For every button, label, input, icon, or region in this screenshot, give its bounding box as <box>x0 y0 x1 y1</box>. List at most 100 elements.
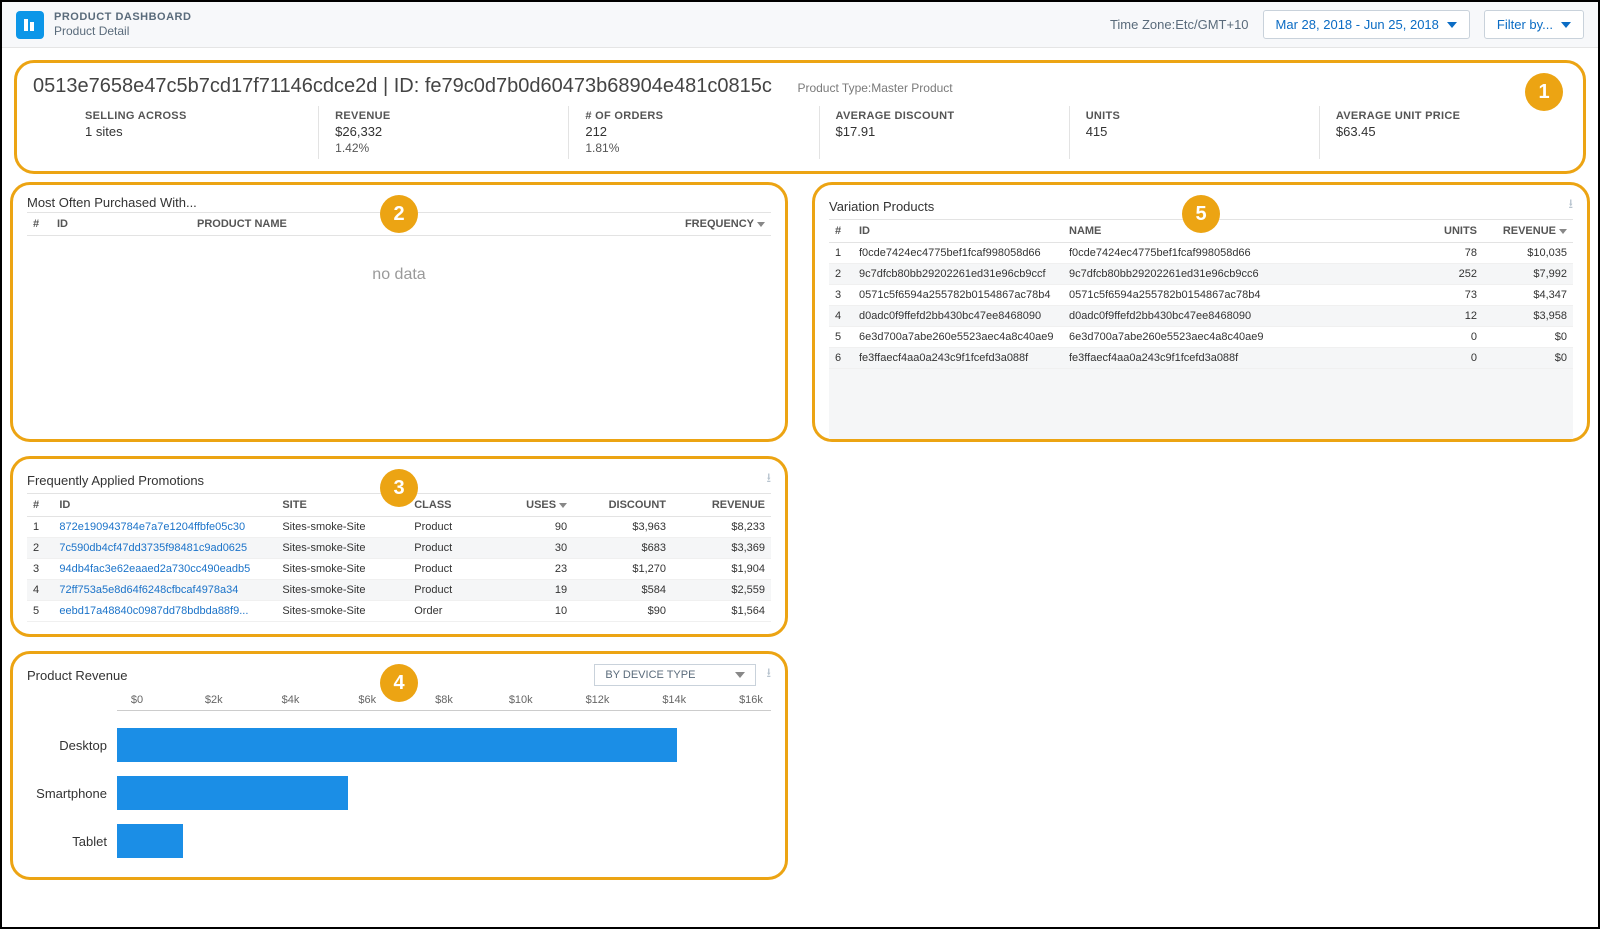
product-id-line: 0513e7658e47c5b7cd17f71146cdce2d | ID: f… <box>33 75 1569 98</box>
col-name[interactable]: PRODUCT NAME <box>191 213 496 236</box>
summary-panel: 1 0513e7658e47c5b7cd17f71146cdce2d | ID:… <box>14 60 1586 174</box>
variation-products-table: # ID NAME UNITS REVENUE 1f0cde7424ec4775… <box>829 219 1573 369</box>
promotion-link[interactable]: 7c590db4cf47dd3735f98481c9ad0625 <box>53 538 276 559</box>
chart-dimension-select[interactable]: BY DEVICE TYPE <box>594 664 756 686</box>
chart-bars: DesktopSmartphoneTablet <box>117 721 771 865</box>
annotation-badge-3: 3 <box>380 469 418 507</box>
col-id[interactable]: ID <box>853 220 1063 243</box>
sort-caret-icon <box>1559 229 1567 234</box>
bar-row: Smartphone <box>117 769 771 817</box>
table-row[interactable]: 1f0cde7424ec4775bef1fcaf998058d66f0cde74… <box>829 243 1573 264</box>
promotions-table: # ID SITE CLASS USES DISCOUNT REVENUE 18… <box>27 493 771 622</box>
purchased-with-panel: 2 Most Often Purchased With... # ID PROD… <box>10 182 788 442</box>
tick-label: $4k <box>271 694 311 706</box>
col-discount[interactable]: DISCOUNT <box>573 494 672 517</box>
no-data-message: no data <box>27 236 771 424</box>
bar-row: Tablet <box>117 817 771 865</box>
col-units[interactable]: UNITS <box>1403 220 1483 243</box>
col-num[interactable]: # <box>829 220 853 243</box>
download-icon[interactable]: ⭳ <box>766 469 771 491</box>
date-range-button[interactable]: Mar 28, 2018 - Jun 25, 2018 <box>1263 10 1470 39</box>
timezone-label: Time Zone:Etc/GMT+10 <box>1110 17 1249 32</box>
product-revenue-panel: 4 Product Revenue BY DEVICE TYPE ⭳ $0$2k <box>10 651 788 880</box>
tick-label: $16k <box>731 694 771 706</box>
col-num[interactable]: # <box>27 213 51 236</box>
header-title: PRODUCT DASHBOARD <box>54 11 191 24</box>
filter-button[interactable]: Filter by... <box>1484 10 1584 39</box>
product-type: Product Type:Master Product <box>797 81 952 95</box>
download-icon[interactable]: ⭳ <box>766 664 771 686</box>
col-id[interactable]: ID <box>53 494 276 517</box>
bar-row: Desktop <box>117 721 771 769</box>
metric-selling-across: SELLING ACROSS 1 sites <box>69 106 319 159</box>
product-id: fe79c0d7b0d60473b68904e481c0815c <box>425 75 772 97</box>
metric-units: UNITS 415 <box>1070 106 1320 159</box>
col-revenue[interactable]: REVENUE <box>672 494 771 517</box>
promotion-link[interactable]: 94db4fac3e62eaaed2a730cc490eadb5 <box>53 559 276 580</box>
table-row[interactable]: 29c7dfcb80bb29202261ed31e96cb9ccf9c7dfcb… <box>829 264 1573 285</box>
x-axis-ticks: $0 $2k $4k $6k $8k $10k $12k $14k $16k <box>117 694 771 711</box>
tick-label: $2k <box>194 694 234 706</box>
header-titles: PRODUCT DASHBOARD Product Detail <box>54 11 191 39</box>
sort-caret-icon <box>559 503 567 508</box>
variation-products-panel: 5 Variation Products ⭳ # ID NAME UNITS R… <box>812 182 1590 442</box>
metric-revenue: REVENUE $26,332 1.42% <box>319 106 569 159</box>
table-empty-area <box>829 369 1573 439</box>
metric-orders: # OF ORDERS 212 1.81% <box>569 106 819 159</box>
col-name[interactable]: NAME <box>1063 220 1403 243</box>
tick-label: $6k <box>347 694 387 706</box>
bar <box>117 776 348 810</box>
bar-label: Smartphone <box>27 786 117 801</box>
bar <box>117 728 677 762</box>
tick-label: $8k <box>424 694 464 706</box>
metric-row: SELLING ACROSS 1 sites REVENUE $26,332 1… <box>31 106 1569 159</box>
promotion-link[interactable]: eebd17a48840c0987dd78bdbda88f9... <box>53 601 276 622</box>
table-row[interactable]: 27c590db4cf47dd3735f98481c9ad0625Sites-s… <box>27 538 771 559</box>
bar-label: Tablet <box>27 834 117 849</box>
tick-label: $10k <box>501 694 541 706</box>
table-row[interactable]: 1872e190943784e7a7e1204ffbfe05c30Sites-s… <box>27 517 771 538</box>
filter-text: Filter by... <box>1497 17 1553 32</box>
col-frequency[interactable]: FREQUENCY <box>496 213 771 236</box>
tick-label: $0 <box>117 694 157 706</box>
col-id[interactable]: ID <box>51 213 191 236</box>
col-num[interactable]: # <box>27 494 53 517</box>
header-subtitle: Product Detail <box>54 24 191 38</box>
table-row[interactable]: 394db4fac3e62eaaed2a730cc490eadb5Sites-s… <box>27 559 771 580</box>
bar-label: Desktop <box>27 738 117 753</box>
table-row[interactable]: 30571c5f6594a255782b0154867ac78b40571c5f… <box>829 285 1573 306</box>
download-icon[interactable]: ⭳ <box>1568 195 1573 217</box>
col-revenue[interactable]: REVENUE <box>1483 220 1573 243</box>
dashboard-icon <box>16 11 44 39</box>
table-row[interactable]: 472ff753a5e8d64f6248cfbcaf4978a34Sites-s… <box>27 580 771 601</box>
tick-label: $14k <box>654 694 694 706</box>
table-row[interactable]: 5eebd17a48840c0987dd78bdbda88f9...Sites-… <box>27 601 771 622</box>
table-row[interactable]: 6fe3ffaecf4aa0a243c9f1fcefd3a088ffe3ffae… <box>829 348 1573 369</box>
header-right: Time Zone:Etc/GMT+10 Mar 28, 2018 - Jun … <box>1110 10 1584 39</box>
promotion-link[interactable]: 72ff753a5e8d64f6248cfbcaf4978a34 <box>53 580 276 601</box>
sort-caret-icon <box>757 222 765 227</box>
separator: | <box>383 75 394 97</box>
annotation-badge-2: 2 <box>380 195 418 233</box>
metric-avg-unit-price: AVERAGE UNIT PRICE $63.45 <box>1320 106 1569 159</box>
col-class[interactable]: CLASS <box>408 494 496 517</box>
col-uses[interactable]: USES <box>496 494 573 517</box>
header-left: PRODUCT DASHBOARD Product Detail <box>16 11 191 39</box>
bar <box>117 824 183 858</box>
date-range-text: Mar 28, 2018 - Jun 25, 2018 <box>1276 17 1439 32</box>
caret-down-icon <box>735 672 745 678</box>
promotions-panel: 3 Frequently Applied Promotions ⭳ # ID S… <box>10 456 788 637</box>
caret-down-icon <box>1447 22 1457 28</box>
chart-area: $0$2k$4k$6k$8k$10k$12k$14k$16k DesktopSm… <box>27 694 771 865</box>
tick-label: $12k <box>578 694 618 706</box>
table-row[interactable]: 4d0adc0f9ffefd2bb430bc47ee8468090d0adc0f… <box>829 306 1573 327</box>
header: PRODUCT DASHBOARD Product Detail Time Zo… <box>2 2 1598 48</box>
metric-avg-discount: AVERAGE DISCOUNT $17.91 <box>820 106 1070 159</box>
annotation-badge-5: 5 <box>1182 195 1220 233</box>
product-id-label: ID: <box>394 75 420 97</box>
caret-down-icon <box>1561 22 1571 28</box>
promotion-link[interactable]: 872e190943784e7a7e1204ffbfe05c30 <box>53 517 276 538</box>
annotation-badge-1: 1 <box>1525 73 1563 111</box>
product-hash: 0513e7658e47c5b7cd17f71146cdce2d <box>33 75 377 97</box>
table-row[interactable]: 56e3d700a7abe260e5523aec4a8c40ae96e3d700… <box>829 327 1573 348</box>
